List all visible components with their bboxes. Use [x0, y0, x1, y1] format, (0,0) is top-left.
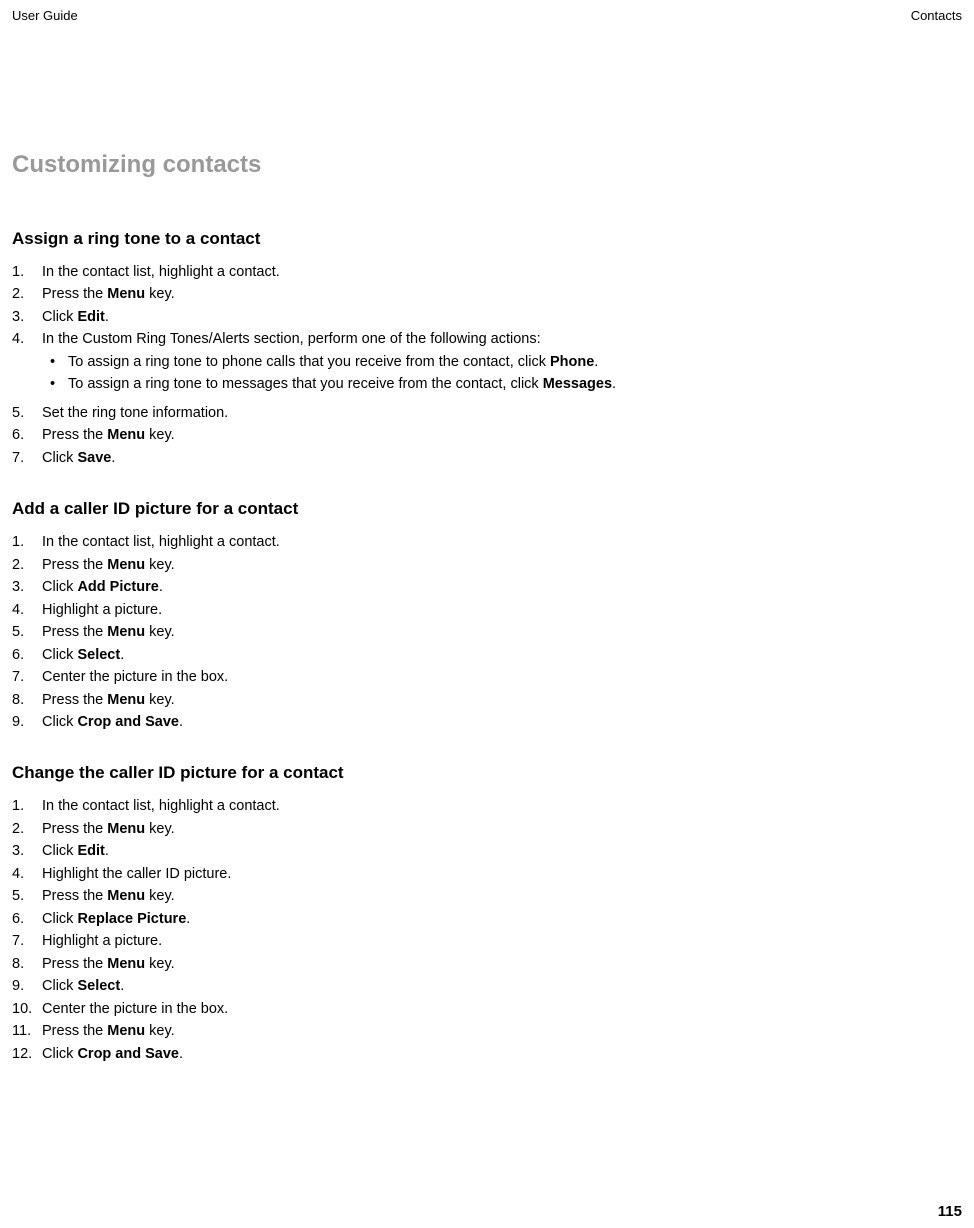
step-item: Click Crop and Save. — [12, 1043, 962, 1065]
step-item: Click Select. — [12, 975, 962, 997]
step-item: In the Custom Ring Tones/Alerts section,… — [12, 328, 962, 395]
bold-text: Select — [77, 978, 120, 994]
step-item: In the contact list, highlight a contact… — [12, 261, 962, 283]
step-list: In the contact list, highlight a contact… — [12, 531, 962, 733]
step-item: Center the picture in the box. — [12, 666, 962, 688]
sub-item: To assign a ring tone to messages that y… — [42, 373, 962, 395]
step-list: In the contact list, highlight a contact… — [12, 261, 962, 469]
section: Assign a ring tone to a contact In the co… — [0, 229, 974, 469]
step-item: In the contact list, highlight a contact… — [12, 795, 962, 817]
bold-text: Crop and Save — [77, 1046, 179, 1062]
step-item: Click Edit. — [12, 840, 962, 862]
bold-text: Phone — [550, 354, 594, 370]
bold-text: Replace Picture — [77, 911, 186, 927]
bold-text: Menu — [107, 1023, 145, 1039]
step-item: Press the Menu key. — [12, 1020, 962, 1042]
bold-text: Menu — [107, 821, 145, 837]
bold-text: Menu — [107, 624, 145, 640]
step-item: Highlight the caller ID picture. — [12, 863, 962, 885]
step-item: Click Edit. — [12, 306, 962, 328]
step-item: Click Select. — [12, 644, 962, 666]
step-item: Highlight a picture. — [12, 599, 962, 621]
page-number: 115 — [938, 1203, 962, 1220]
section-heading: Assign a ring tone to a contact — [12, 229, 962, 249]
step-list: In the contact list, highlight a contact… — [12, 795, 962, 1065]
step-item: Set the ring tone information. — [12, 402, 962, 424]
header-right: Contacts — [911, 8, 962, 23]
bold-text: Menu — [107, 692, 145, 708]
bold-text: Add Picture — [77, 579, 158, 595]
section: Add a caller ID picture for a contact In … — [0, 499, 974, 733]
main-heading: Customizing contacts — [12, 151, 974, 179]
bold-text: Menu — [107, 427, 145, 443]
step-item: Highlight a picture. — [12, 930, 962, 952]
bold-text: Menu — [107, 557, 145, 573]
bold-text: Select — [77, 647, 120, 663]
section-heading: Change the caller ID picture for a conta… — [12, 763, 962, 783]
step-item: Press the Menu key. — [12, 424, 962, 446]
step-item: Press the Menu key. — [12, 554, 962, 576]
section: Change the caller ID picture for a conta… — [0, 763, 974, 1065]
step-item: Press the Menu key. — [12, 885, 962, 907]
bold-text: Edit — [77, 309, 104, 325]
step-item: Press the Menu key. — [12, 689, 962, 711]
step-item: Click Add Picture. — [12, 576, 962, 598]
page-header: User Guide Contacts — [0, 0, 974, 31]
bold-text: Messages — [543, 376, 612, 392]
bold-text: Menu — [107, 888, 145, 904]
bold-text: Menu — [107, 286, 145, 302]
bold-text: Edit — [77, 843, 104, 859]
bold-text: Crop and Save — [77, 714, 179, 730]
step-item: In the contact list, highlight a contact… — [12, 531, 962, 553]
sub-list: To assign a ring tone to phone calls tha… — [42, 351, 962, 396]
section-heading: Add a caller ID picture for a contact — [12, 499, 962, 519]
bold-text: Save — [77, 450, 111, 466]
header-left: User Guide — [12, 8, 78, 23]
step-item: Click Save. — [12, 447, 962, 469]
step-item: Press the Menu key. — [12, 818, 962, 840]
step-item: Click Replace Picture. — [12, 908, 962, 930]
step-item: Click Crop and Save. — [12, 711, 962, 733]
step-item: Center the picture in the box. — [12, 998, 962, 1020]
step-item: Press the Menu key. — [12, 621, 962, 643]
step-item: Press the Menu key. — [12, 953, 962, 975]
sub-item: To assign a ring tone to phone calls tha… — [42, 351, 962, 373]
bold-text: Menu — [107, 956, 145, 972]
step-item: Press the Menu key. — [12, 283, 962, 305]
